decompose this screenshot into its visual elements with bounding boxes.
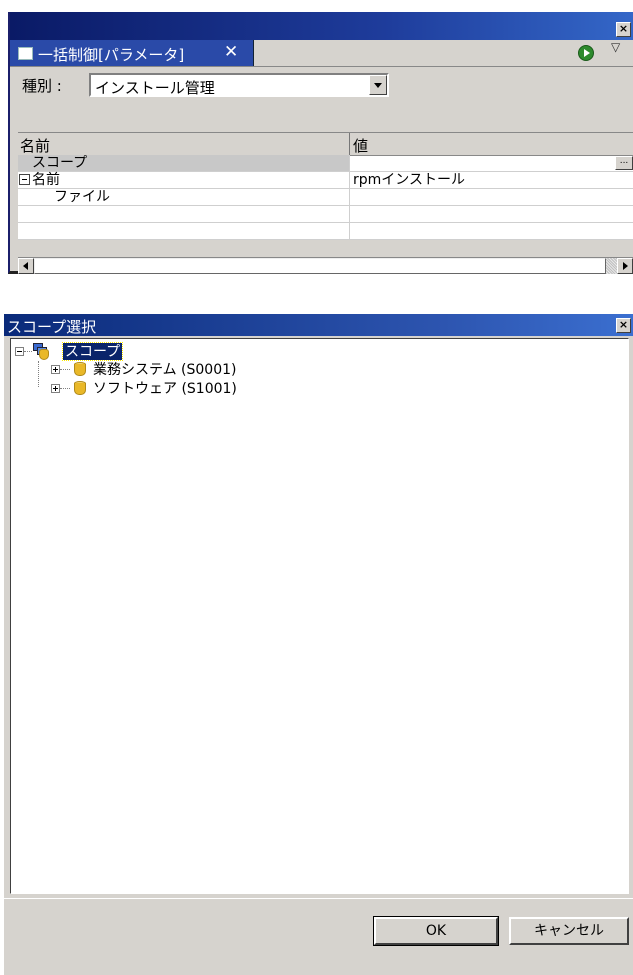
view-icon (18, 47, 33, 60)
scroll-thumb[interactable] (34, 258, 606, 274)
browse-button[interactable]: ... (615, 156, 633, 170)
type-select[interactable]: インストール管理 (89, 73, 389, 97)
tab-bar: 一括制御[パラメータ] ✕ ▽ (10, 40, 633, 67)
cell-divider (349, 223, 350, 239)
tree-node-label[interactable]: スコープ (61, 342, 124, 361)
view-close-button[interactable]: × (616, 22, 631, 37)
grid-row-empty (18, 223, 633, 240)
tree-node-label[interactable]: 業務システム (S0001) (93, 361, 236, 379)
run-icon[interactable] (578, 45, 594, 61)
cell-divider (349, 155, 350, 171)
tab-batch-control-parameters[interactable]: 一括制御[パラメータ] ✕ (10, 40, 254, 66)
dialog-footer: OK キャンセル (4, 898, 633, 975)
cell-divider (349, 172, 350, 188)
scroll-right-icon[interactable] (617, 258, 633, 274)
tree-connector (60, 369, 70, 371)
type-row: 種別 : インストール管理 (10, 67, 633, 103)
grid-header: 名前 値 (18, 132, 633, 156)
dialog-title: スコープ選択 (7, 318, 97, 336)
row-name: スコープ (32, 155, 88, 171)
cancel-button[interactable]: キャンセル (509, 917, 629, 945)
column-divider (349, 133, 350, 155)
row-name: 名前 (32, 172, 60, 188)
scope-folder-icon (73, 381, 87, 397)
grid-row-empty (18, 206, 633, 223)
tree-node-root[interactable]: スコープ (15, 342, 315, 361)
collapse-icon[interactable] (15, 347, 24, 356)
grid-row-name[interactable]: 名前 rpmインストール (18, 172, 633, 189)
scope-tree: スコープ 業務システム (S0001) ソフトウェア (S1001) (10, 338, 629, 894)
column-header-name[interactable]: 名前 (20, 135, 50, 156)
view-title-bar: × (10, 12, 633, 40)
cell-divider (349, 206, 350, 222)
expand-icon[interactable] (51, 365, 60, 374)
scope-select-dialog: スコープ選択 × スコープ 業務システム (S0001) ソフトウェア (S10… (4, 314, 633, 975)
type-select-value: インストール管理 (95, 79, 215, 97)
tree-connector (60, 388, 70, 390)
parameter-view-panel: × 一括制御[パラメータ] ✕ ▽ 種別 : インストール管理 名前 値 スコー… (8, 12, 633, 274)
cell-divider (349, 189, 350, 205)
column-header-value[interactable]: 値 (353, 135, 368, 156)
grid-row-scope[interactable]: スコープ ... (18, 155, 633, 172)
row-value[interactable]: rpmインストール (353, 172, 465, 188)
scope-icon (33, 343, 51, 360)
tree-connector (38, 361, 40, 387)
tree-node-child[interactable]: ソフトウェア (S1001) (51, 380, 451, 398)
expand-icon[interactable] (51, 384, 60, 393)
tree-connector (24, 351, 32, 353)
parameter-grid: 名前 値 スコープ ... 名前 rpmインストール ファイル (18, 132, 633, 240)
tree-node-label[interactable]: ソフトウェア (S1001) (93, 380, 237, 398)
tree-node-child[interactable]: 業務システム (S0001) (51, 361, 451, 379)
dropdown-arrow-icon[interactable] (369, 75, 387, 95)
dialog-title-bar: スコープ選択 × (4, 314, 633, 336)
grid-row-file[interactable]: ファイル (18, 189, 633, 206)
scroll-left-icon[interactable] (18, 258, 34, 274)
collapse-icon[interactable] (19, 174, 30, 185)
view-menu-icon[interactable]: ▽ (611, 40, 620, 54)
tab-label: 一括制御[パラメータ] (38, 46, 185, 64)
scope-folder-icon (73, 362, 87, 378)
horizontal-scrollbar[interactable] (18, 257, 633, 274)
scroll-track[interactable] (606, 258, 617, 274)
dialog-close-button[interactable]: × (616, 318, 631, 333)
tab-close-icon[interactable]: ✕ (224, 42, 238, 62)
row-name: ファイル (54, 189, 110, 205)
type-label: 種別 : (22, 77, 62, 95)
ok-button[interactable]: OK (373, 916, 499, 946)
